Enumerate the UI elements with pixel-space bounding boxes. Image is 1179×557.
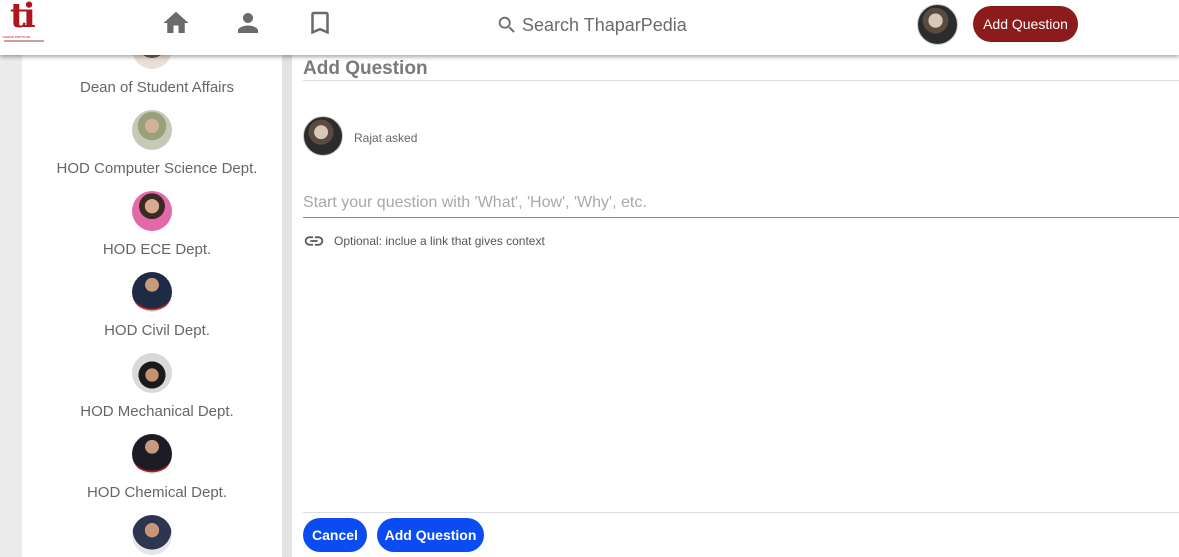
institute-logo[interactable]: ti THAPAR INSTITUTE — [0, 0, 52, 48]
avatar — [132, 272, 172, 312]
optional-link-field[interactable]: Optional: inclue a link that gives conte… — [303, 231, 545, 251]
person-icon[interactable] — [233, 8, 263, 38]
user-avatar[interactable] — [917, 4, 958, 45]
sidebar-item-label: HOD ECE Dept. — [102, 241, 212, 258]
add-question-modal: Add Question Rajat asked Optional: inclu… — [292, 55, 1179, 557]
logo-mark: ti — [10, 0, 36, 36]
search-icon — [498, 16, 515, 33]
bookmark-icon[interactable] — [305, 8, 335, 38]
title-divider — [303, 80, 1179, 81]
avatar — [132, 434, 172, 474]
question-input[interactable] — [303, 188, 1179, 218]
search-bar[interactable]: Search ThaparPedia — [496, 12, 687, 38]
sidebar-item-label: HOD Mechanical Dept. — [80, 403, 234, 420]
asker-avatar — [303, 116, 343, 156]
panel-divider — [282, 55, 292, 557]
add-question-button[interactable]: Add Question — [377, 518, 484, 552]
page-backdrop — [0, 55, 22, 557]
footer-divider — [303, 512, 1179, 513]
link-hint: Optional: inclue a link that gives conte… — [334, 234, 545, 248]
top-navigation-bar: ti THAPAR INSTITUTE Search ThaparPedia A… — [0, 0, 1179, 55]
avatar — [132, 191, 172, 231]
sidebar-item-label: HOD Chemical Dept. — [86, 484, 228, 501]
avatar — [132, 353, 172, 393]
asker-label: Rajat asked — [354, 131, 418, 145]
avatar — [132, 55, 172, 69]
avatar — [132, 515, 172, 555]
search-placeholder: Search ThaparPedia — [522, 14, 687, 35]
add-question-header-button[interactable]: Add Question — [973, 6, 1078, 42]
sidebar-item-label: HOD Computer Science Dept. — [56, 160, 258, 177]
cancel-button[interactable]: Cancel — [303, 518, 367, 552]
sidebar-item-label: HOD Civil Dept. — [104, 322, 210, 339]
modal-title: Add Question — [303, 58, 428, 79]
link-icon — [304, 236, 324, 246]
logo-underline — [4, 40, 44, 42]
sidebar-item-label: Dean of Student Affairs — [80, 79, 234, 96]
home-icon[interactable] — [161, 8, 191, 38]
logo-text: THAPAR INSTITUTE — [2, 35, 31, 39]
avatar — [132, 110, 172, 150]
sidebar-people-list: Dean of Student Affairs HOD Computer Sci… — [22, 55, 282, 557]
